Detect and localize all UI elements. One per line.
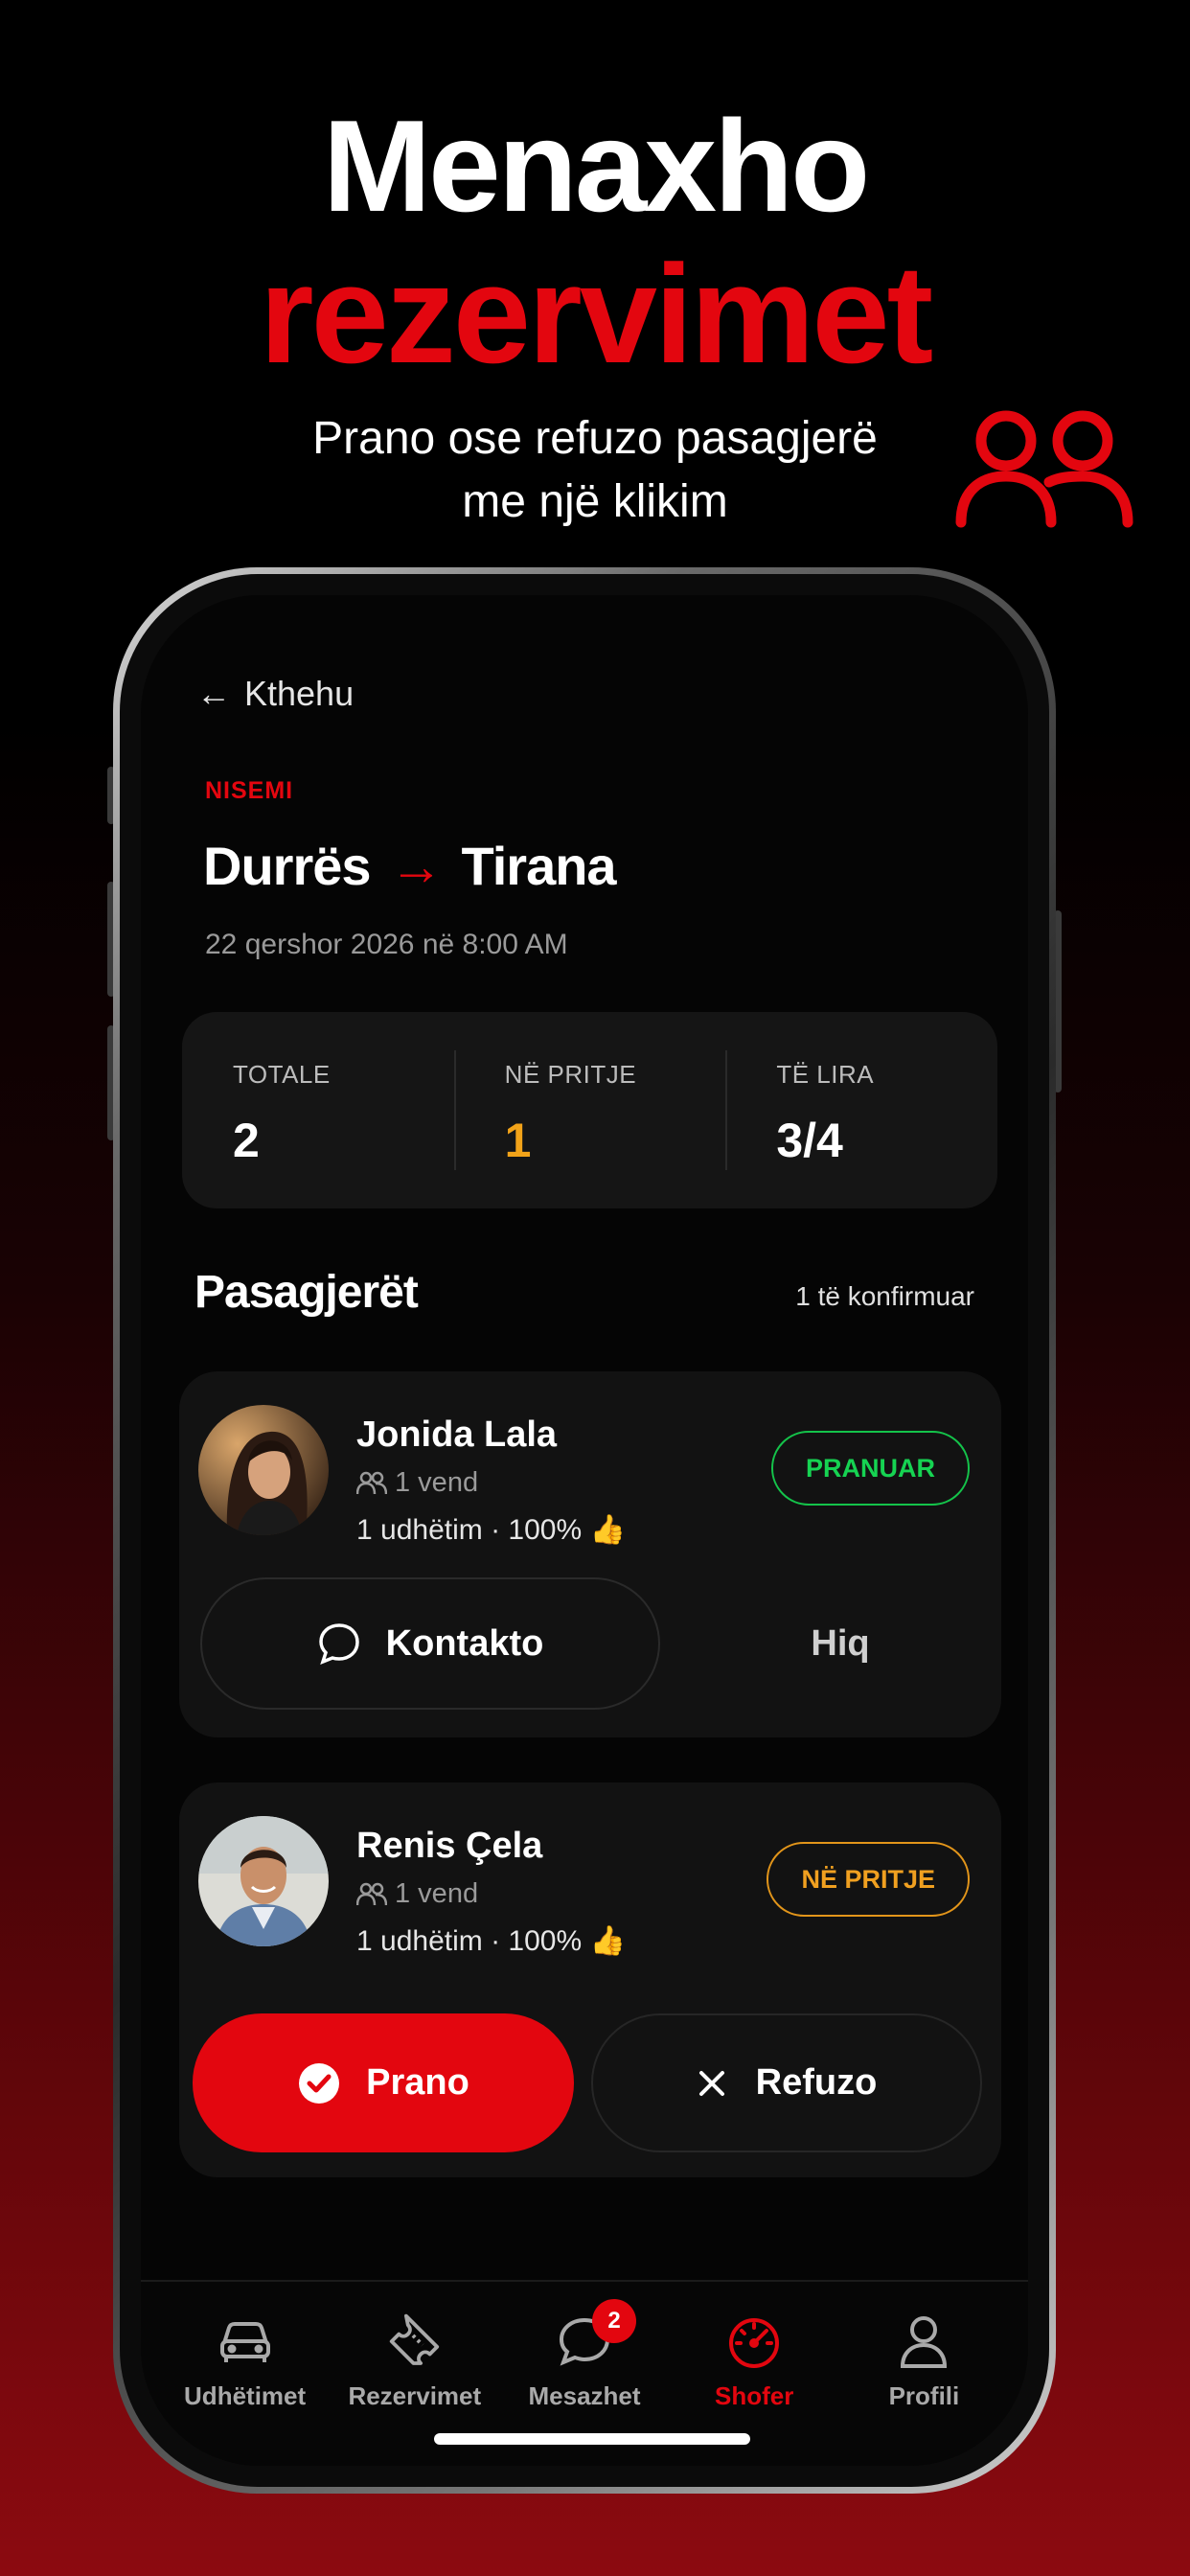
hero-title-line1: Menaxho — [322, 93, 870, 239]
refuse-label: Refuzo — [755, 2062, 878, 2103]
stat-total: TOTALE 2 — [182, 1012, 454, 1208]
phone-frame: ← Kthehu NISEMI Durrës → Tirana 22 qersh… — [113, 567, 1056, 2494]
status-badge: PRANUAR — [771, 1431, 970, 1506]
trip-date: 22 qershor 2026 në 8:00 AM — [205, 929, 568, 960]
back-button[interactable]: ← Kthehu — [196, 674, 354, 714]
confirmed-count: 1 të konfirmuar — [795, 1281, 974, 1311]
passenger-seats-text: 1 vend — [395, 1878, 479, 1909]
status-badge: NË PRITJE — [767, 1842, 970, 1917]
tab-profili[interactable]: Profili — [839, 2282, 1009, 2466]
tab-udhetimet[interactable]: Udhëtimet — [160, 2282, 330, 2466]
tab-label: Rezervimet — [348, 2381, 482, 2410]
chat-bubble-icon — [318, 1623, 359, 1665]
passenger-seats: 1 vend — [356, 1467, 478, 1499]
tab-label: Shofer — [715, 2381, 794, 2410]
section-label: NISEMI — [205, 777, 294, 804]
refuse-button[interactable]: Refuzo — [591, 2013, 982, 2152]
car-icon — [219, 2322, 270, 2362]
check-circle-icon — [299, 2062, 340, 2104]
seats-icon — [356, 1471, 387, 1494]
phone-bezel: ← Kthehu NISEMI Durrës → Tirana 22 qersh… — [120, 574, 1049, 2487]
stat-value: 1 — [504, 1114, 532, 1167]
remove-button[interactable]: Hiq — [716, 1577, 965, 1710]
person-icon — [901, 2316, 948, 2368]
avatar[interactable] — [198, 1816, 329, 1946]
hero-title-line2: rezervimet — [259, 236, 933, 392]
passenger-trips: 1 udhëtim · 100% 👍 — [356, 1514, 626, 1546]
stat-free: TË LIRA 3/4 — [725, 1012, 997, 1208]
passengers-title: Pasagjerët — [195, 1267, 419, 1318]
speedometer-icon — [729, 2318, 780, 2368]
stat-label: NË PRITJE — [504, 1060, 637, 1089]
users-icon — [955, 410, 1133, 528]
stats-card: TOTALE 2 NË PRITJE 1 TË LIRA 3/4 — [182, 1012, 997, 1208]
stat-pending: NË PRITJE 1 — [453, 1012, 726, 1208]
tab-label: Udhëtimet — [184, 2381, 307, 2410]
route-from: Durrës — [203, 836, 372, 896]
passenger-seats: 1 vend — [356, 1878, 478, 1910]
route-title: Durrës → Tirana — [203, 835, 617, 897]
contact-label: Kontakto — [385, 1622, 544, 1664]
accept-label: Prano — [366, 2062, 469, 2103]
tab-label: Profili — [888, 2381, 960, 2410]
passenger-card: Renis Çela 1 vend 1 udhëtim · 100% 👍 NË … — [179, 1782, 1001, 2177]
close-icon — [698, 2070, 724, 2096]
passenger-seats-text: 1 vend — [395, 1467, 479, 1498]
route-arrow-icon: → — [389, 836, 444, 896]
ticket-icon — [389, 2313, 439, 2365]
passenger-name: Jonida Lala — [356, 1414, 558, 1455]
stat-label: TË LIRA — [776, 1060, 875, 1089]
phone-screen: ← Kthehu NISEMI Durrës → Tirana 22 qersh… — [141, 595, 1028, 2466]
avatar[interactable] — [198, 1405, 329, 1535]
seats-icon — [356, 1882, 387, 1905]
tab-label: Mesazhet — [528, 2381, 641, 2410]
accept-button[interactable]: Prano — [193, 2013, 574, 2152]
passenger-trips: 1 udhëtim · 100% 👍 — [356, 1925, 626, 1957]
contact-button[interactable]: Kontakto — [200, 1577, 660, 1710]
passenger-card: Jonida Lala 1 vend 1 udhëtim · 100% 👍 PR… — [179, 1371, 1001, 1737]
stat-label: TOTALE — [233, 1060, 331, 1089]
stat-value: 3/4 — [776, 1114, 843, 1167]
notification-badge: 2 — [592, 2299, 636, 2343]
passenger-name: Renis Çela — [356, 1826, 543, 1866]
home-indicator[interactable] — [434, 2433, 750, 2445]
back-label: Kthehu — [244, 674, 355, 713]
back-arrow-icon: ← — [196, 674, 231, 713]
stat-value: 2 — [233, 1114, 260, 1167]
route-to: Tirana — [461, 836, 617, 896]
